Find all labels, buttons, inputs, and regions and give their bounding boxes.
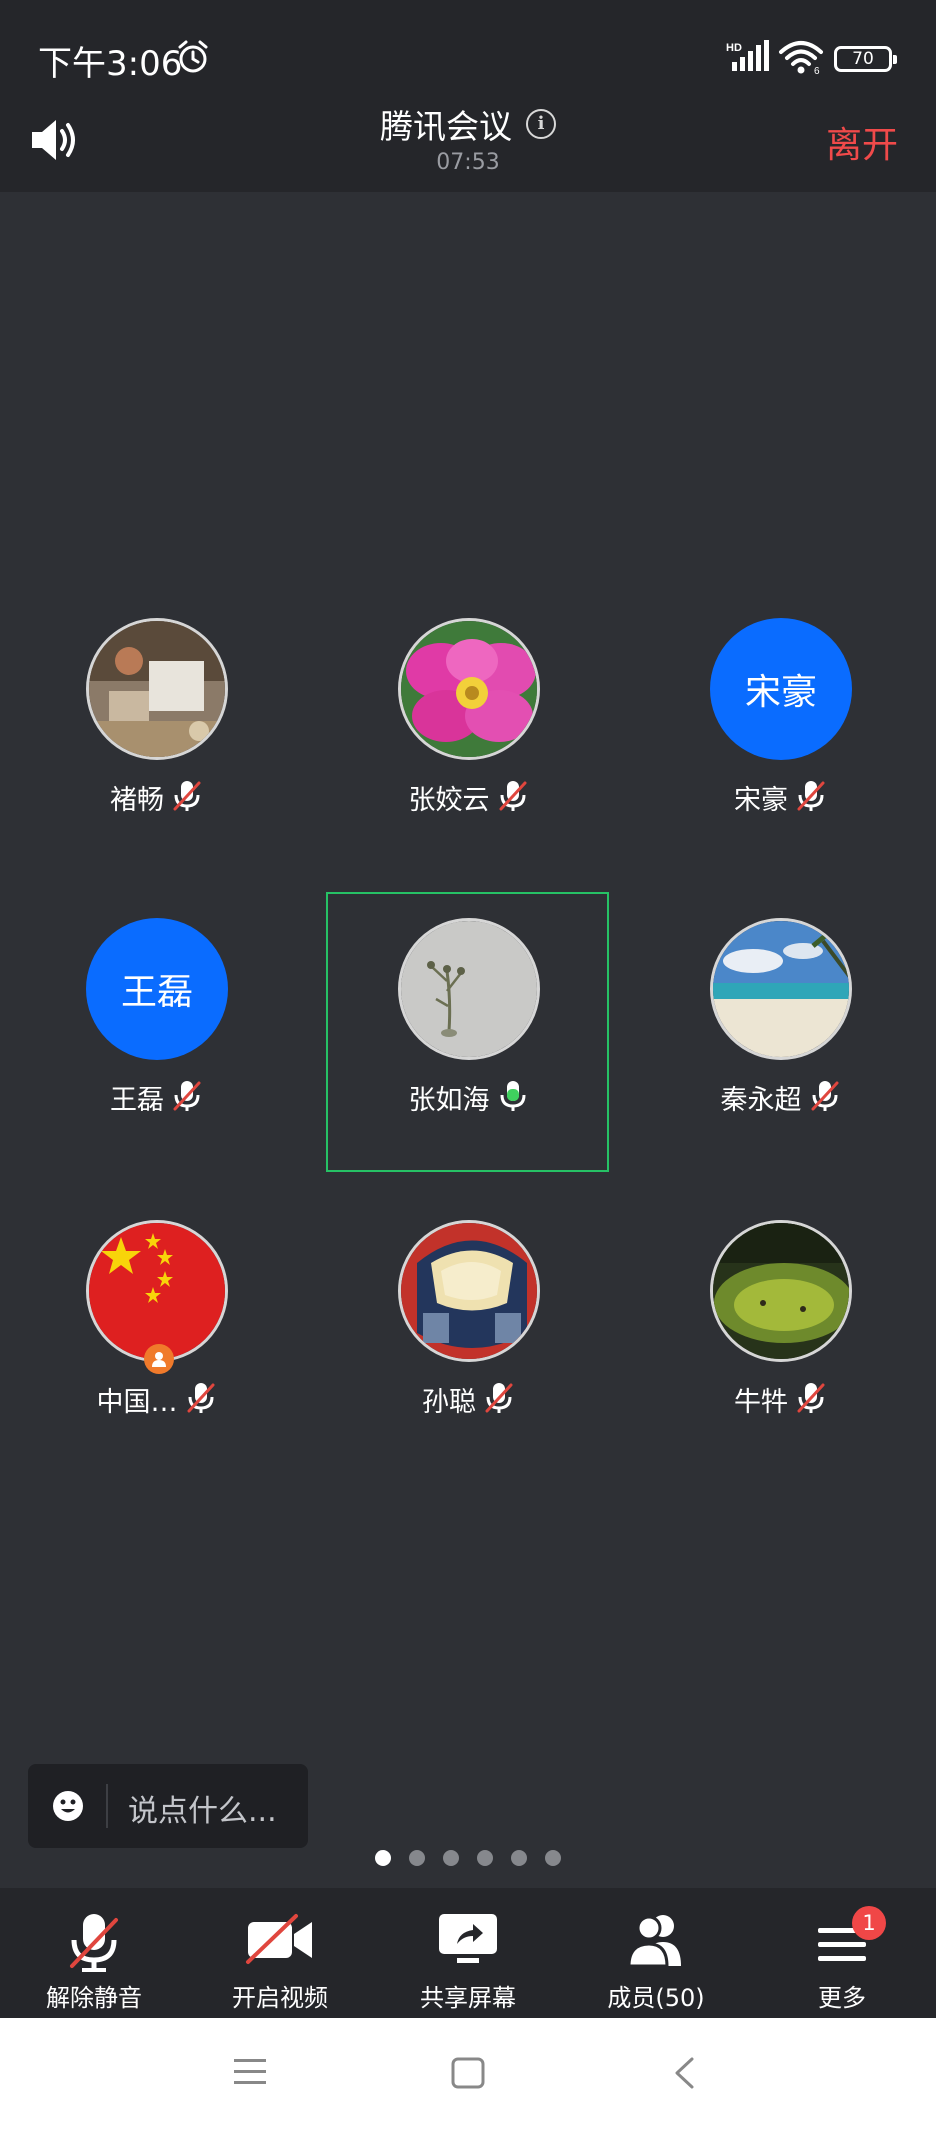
chat-input[interactable]: 说点什么... xyxy=(28,1764,308,1848)
participant-name-row: 王磊 xyxy=(6,1078,306,1117)
host-icon xyxy=(144,1344,174,1374)
share-screen-label: 共享屏幕 xyxy=(420,1984,516,2012)
mic-muted-icon xyxy=(186,1381,216,1419)
status-bar: 下午3:06 HD 6 70 xyxy=(0,0,936,100)
share-screen-button[interactable]: 共享屏幕 xyxy=(388,1888,548,2018)
meeting-title[interactable]: 腾讯会议 i xyxy=(0,100,936,148)
participant-name-row: 宋豪 xyxy=(630,778,930,817)
info-icon[interactable]: i xyxy=(526,109,556,139)
page-indicator xyxy=(0,1850,936,1866)
avatar xyxy=(398,618,540,760)
participant-name: 宋豪 xyxy=(734,785,788,816)
notification-badge: 1 xyxy=(852,1906,886,1940)
participant-name: 中国… xyxy=(96,1387,178,1418)
meeting-title-text: 腾讯会议 xyxy=(380,107,512,146)
unmute-label: 解除静音 xyxy=(46,1984,142,2012)
meeting-header: 腾讯会议 i 07:53 离开 xyxy=(0,100,936,192)
avatar xyxy=(398,1220,540,1362)
participant-tile[interactable]: 孙聪 xyxy=(318,1220,618,1418)
avatar xyxy=(86,618,228,760)
chat-placeholder: 说点什么... xyxy=(128,1794,277,1829)
members-icon xyxy=(623,1910,689,1974)
meeting-toolbar: 解除静音 开启视频 共享屏幕 成员(50) 1 更多 xyxy=(0,1888,936,2018)
participant-tile[interactable]: 宋豪 宋豪 xyxy=(630,618,930,816)
recent-apps-icon[interactable] xyxy=(232,2056,268,2092)
home-icon[interactable] xyxy=(450,2056,486,2094)
mic-muted-icon xyxy=(484,1381,514,1419)
wifi-icon: 6 xyxy=(778,40,824,78)
members-button[interactable]: 成员(50) xyxy=(576,1888,736,2018)
video-off-icon xyxy=(244,1910,316,1974)
mic-muted-icon xyxy=(810,1079,840,1117)
unmute-button[interactable]: 解除静音 xyxy=(14,1888,174,2018)
participant-name: 牛牪 xyxy=(734,1387,788,1418)
page-dot[interactable] xyxy=(477,1850,493,1866)
alarm-icon xyxy=(176,40,210,78)
participant-name: 王磊 xyxy=(110,1085,164,1116)
status-time: 下午3:06 xyxy=(38,44,183,84)
participant-name: 秦永超 xyxy=(720,1085,802,1116)
participant-name-row: 中国… xyxy=(6,1380,306,1419)
participant-tile[interactable]: 中国… xyxy=(6,1220,306,1418)
avatar xyxy=(398,918,540,1060)
avatar xyxy=(86,1220,228,1362)
participant-name-row: 牛牪 xyxy=(630,1380,930,1419)
mic-muted-icon xyxy=(66,1910,122,1978)
page-dot[interactable] xyxy=(409,1850,425,1866)
mic-muted-icon xyxy=(796,1381,826,1419)
participant-name-row: 褚畅 xyxy=(6,778,306,817)
page-dot[interactable] xyxy=(511,1850,527,1866)
meeting-duration: 07:53 xyxy=(436,150,500,175)
emoji-icon[interactable] xyxy=(52,1790,84,1826)
signal-hd-icon: HD xyxy=(724,40,772,78)
participant-tile[interactable]: 张姣云 xyxy=(318,618,618,816)
more-button[interactable]: 1 更多 xyxy=(762,1888,922,2018)
back-icon[interactable] xyxy=(672,2056,696,2094)
participant-name: 褚畅 xyxy=(110,785,164,816)
participant-tile[interactable]: 褚畅 xyxy=(6,618,306,816)
participant-tile[interactable]: 王磊 王磊 xyxy=(6,918,306,1116)
participant-name-row: 张姣云 xyxy=(318,778,618,817)
page-dot[interactable] xyxy=(443,1850,459,1866)
svg-text:HD: HD xyxy=(726,42,742,54)
mic-muted-icon xyxy=(172,779,202,817)
mic-muted-icon xyxy=(796,779,826,817)
chat-divider xyxy=(106,1784,108,1828)
share-screen-icon xyxy=(437,1910,499,1974)
system-nav-bar xyxy=(0,2018,936,2131)
mic-speaking-icon xyxy=(498,1079,528,1117)
page-dot[interactable] xyxy=(545,1850,561,1866)
avatar: 宋豪 xyxy=(710,618,852,760)
participant-tile[interactable]: 秦永超 xyxy=(630,918,930,1116)
mic-muted-icon xyxy=(172,1079,202,1117)
participant-name-row: 孙聪 xyxy=(318,1380,618,1419)
participant-name: 孙聪 xyxy=(422,1387,476,1418)
leave-button[interactable]: 离开 xyxy=(826,116,898,168)
avatar xyxy=(710,918,852,1060)
more-label: 更多 xyxy=(818,1984,866,2012)
start-video-button[interactable]: 开启视频 xyxy=(200,1888,360,2018)
participant-name-row: 秦永超 xyxy=(630,1078,930,1117)
avatar: 王磊 xyxy=(86,918,228,1060)
avatar xyxy=(710,1220,852,1362)
start-video-label: 开启视频 xyxy=(232,1984,328,2012)
participant-name: 张如海 xyxy=(408,1085,490,1116)
participant-name-row: 张如海 xyxy=(318,1078,618,1117)
page-dot-active[interactable] xyxy=(375,1850,391,1866)
members-label: 成员(50) xyxy=(607,1984,705,2012)
participant-tile-active[interactable]: 张如海 xyxy=(318,918,618,1116)
svg-text:6: 6 xyxy=(814,66,820,74)
participant-name: 张姣云 xyxy=(408,785,490,816)
participant-tile[interactable]: 牛牪 xyxy=(630,1220,930,1418)
mic-muted-icon xyxy=(498,779,528,817)
battery-icon: 70 xyxy=(834,46,897,72)
